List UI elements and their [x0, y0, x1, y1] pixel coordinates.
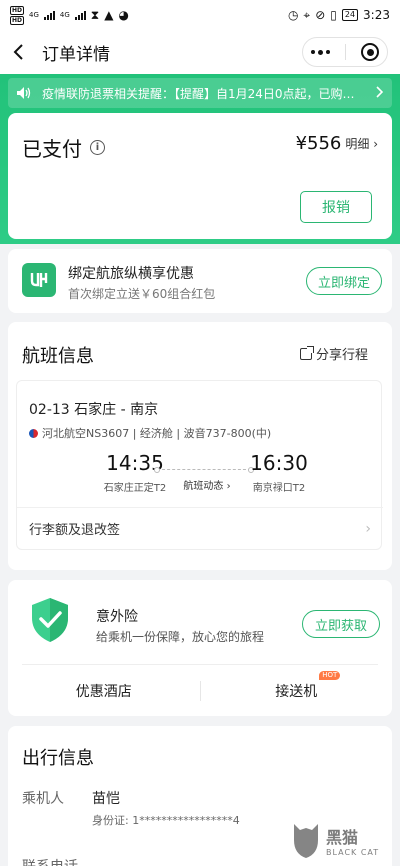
hourglass-icon: ⧗ [90, 7, 100, 22]
flight-detail-box: 02-13 石家庄 - 南京 河北航空NS3607 | 经济舱 | 波音737-… [16, 380, 383, 550]
hot-badge: HOT [319, 671, 341, 680]
battery-indicator: 24 [341, 9, 359, 21]
hd-badge: HD [10, 15, 25, 25]
payment-status-card: 已支付 i ¥556 明细 › 报销 [8, 113, 392, 239]
price-detail-link[interactable]: 明细 › [345, 135, 378, 152]
miniprogram-capsule [302, 37, 388, 67]
payment-status: 已支付 [22, 137, 82, 161]
arrival-time: 16:30 [250, 451, 308, 475]
section-title: 出行信息 [22, 748, 94, 769]
flight-route: 02-13 石家庄 - 南京 [29, 402, 159, 418]
order-price: ¥556 [295, 133, 342, 154]
notice-text: 疫情联防退票相关提醒：【提醒】自1月24日0点起，已购… [42, 86, 355, 101]
insurance-title: 意外险 [96, 609, 138, 625]
share-icon [299, 345, 314, 360]
network-type: 4G [59, 10, 70, 19]
bind-promo-card: 绑定航旅纵横享优惠 首次绑定立送￥60组合红包 立即绑定 [8, 249, 392, 313]
page-title: 订单详情 [42, 44, 110, 65]
airline-info: 河北航空NS3607 | 经济舱 | 波音737-800(中) [42, 427, 272, 440]
chevron-right-icon [376, 85, 384, 101]
alarm-icon: ◷ [287, 8, 299, 22]
flight-info-card: 航班信息 分享行程 02-13 石家庄 - 南京 河北航空NS3607 | 经济… [8, 322, 392, 570]
watermark-cn: 黑猫 [326, 827, 359, 847]
reimburse-button[interactable]: 报销 [300, 191, 372, 223]
luggage-refund-row[interactable]: 行李额及退改签 › [17, 507, 383, 549]
shield-check-icon [28, 596, 72, 644]
mute-icon: ⊘ [315, 8, 326, 22]
info-icon[interactable]: i [90, 140, 105, 155]
more-icon[interactable] [310, 49, 330, 55]
vibrate-icon: ▯ [330, 8, 337, 22]
insurance-subtitle: 给乘机一份保障，放心您的旅程 [96, 630, 265, 644]
divider [22, 664, 378, 665]
status-bar: HD HD 4G 4G ⧗ ▲ ◕ ◷ ⌖ ⊘ ▯ 24 3:23 [0, 0, 400, 30]
bind-now-button[interactable]: 立即绑定 [306, 267, 382, 295]
passenger-id: 身份证: 1*****************4 [92, 814, 240, 827]
location-icon: ⌖ [303, 7, 311, 22]
network-type: 4G [29, 10, 39, 19]
chevron-right-icon: › [365, 520, 371, 537]
bind-subtitle: 首次绑定立送￥60组合红包 [68, 287, 216, 301]
black-cat-logo-icon [294, 824, 318, 858]
hd-badge: HD [10, 5, 25, 15]
signal-icon [43, 10, 55, 20]
speaker-icon [16, 86, 32, 100]
contact-label: 联系电话 [22, 856, 78, 866]
airline-logo-icon [29, 428, 38, 438]
share-itinerary-button[interactable]: 分享行程 [299, 344, 368, 363]
watermark: 黑猫 BLACK CAT [290, 818, 394, 862]
section-title: 航班信息 [22, 346, 94, 367]
bind-title: 绑定航旅纵横享优惠 [68, 266, 194, 282]
nav-bar: 订单详情 [0, 30, 400, 74]
passenger-label: 乘机人 [22, 791, 64, 807]
arrival-airport: 南京禄口T2 [252, 483, 306, 494]
hotel-deals-link[interactable]: 优惠酒店 [8, 681, 200, 701]
notice-banner[interactable]: 疫情联防退票相关提醒：【提醒】自1月24日0点起，已购… [8, 78, 392, 108]
luggage-label: 行李额及退改签 [29, 523, 121, 538]
hanglv-logo-icon [22, 263, 56, 297]
close-miniprogram-icon[interactable] [361, 43, 380, 61]
wechat-icon: ◕ [118, 8, 129, 22]
insurance-card: 意外险 给乘机一份保障，放心您的旅程 立即获取 优惠酒店 接送机 HOT [8, 580, 392, 716]
get-insurance-button[interactable]: 立即获取 [302, 610, 380, 638]
departure-time: 14:35 [106, 451, 164, 475]
share-label: 分享行程 [315, 348, 368, 363]
signal-icon [74, 10, 86, 20]
back-arrow-icon[interactable] [12, 44, 28, 60]
passenger-name: 苗恺 [92, 791, 120, 807]
watermark-en: BLACK CAT [326, 847, 380, 857]
airport-transfer-link[interactable]: 接送机 HOT [201, 671, 393, 701]
notification-icon: ▲ [104, 8, 114, 22]
clock: 3:23 [363, 8, 390, 22]
